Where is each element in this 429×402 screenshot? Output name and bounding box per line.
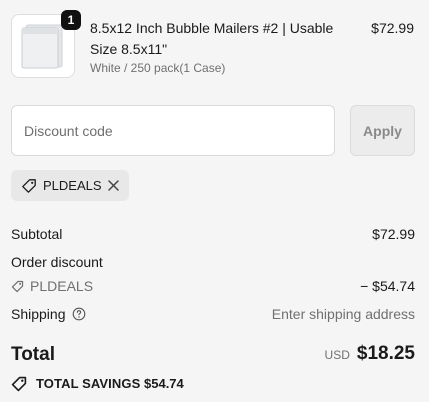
applied-discount-tag: PLDEALS xyxy=(11,170,129,201)
tag-icon xyxy=(11,280,24,293)
apply-discount-button[interactable]: Apply xyxy=(350,105,415,156)
order-discount-code: PLDEALS xyxy=(30,278,94,294)
product-title: 8.5x12 Inch Bubble Mailers #2 | Usable S… xyxy=(90,20,334,57)
subtotal-value: $72.99 xyxy=(372,226,415,242)
bubble-mailer-image xyxy=(21,24,63,69)
shipping-label: Shipping xyxy=(11,306,66,322)
cart-line-item: 1 8.5x12 Inch Bubble Mailers #2 | Usable… xyxy=(11,10,416,82)
tag-icon xyxy=(22,179,36,193)
tag-icon xyxy=(11,376,27,392)
total-savings-value: $54.74 xyxy=(144,376,184,391)
close-icon[interactable] xyxy=(106,178,121,193)
total-savings-label: TOTAL SAVINGS xyxy=(36,376,141,391)
total-value: $18.25 xyxy=(356,343,415,364)
total-currency: USD xyxy=(324,348,350,362)
product-thumbnail: 1 xyxy=(11,10,81,78)
help-icon[interactable] xyxy=(72,307,86,321)
order-discount-label: Order discount xyxy=(11,254,103,270)
product-variant: White / 250 pack(1 Case) xyxy=(90,61,226,75)
subtotal-label: Subtotal xyxy=(11,226,63,242)
applied-discount-code: PLDEALS xyxy=(43,178,102,193)
total-amount: USD $18.25 xyxy=(325,343,415,365)
product-price: $72.99 xyxy=(371,20,414,36)
shipping-value: Enter shipping address xyxy=(271,306,415,322)
order-discount-value: − $54.74 xyxy=(360,278,415,294)
quantity-badge: 1 xyxy=(61,10,81,30)
discount-code-input[interactable] xyxy=(11,105,335,156)
total-label: Total xyxy=(11,344,55,365)
